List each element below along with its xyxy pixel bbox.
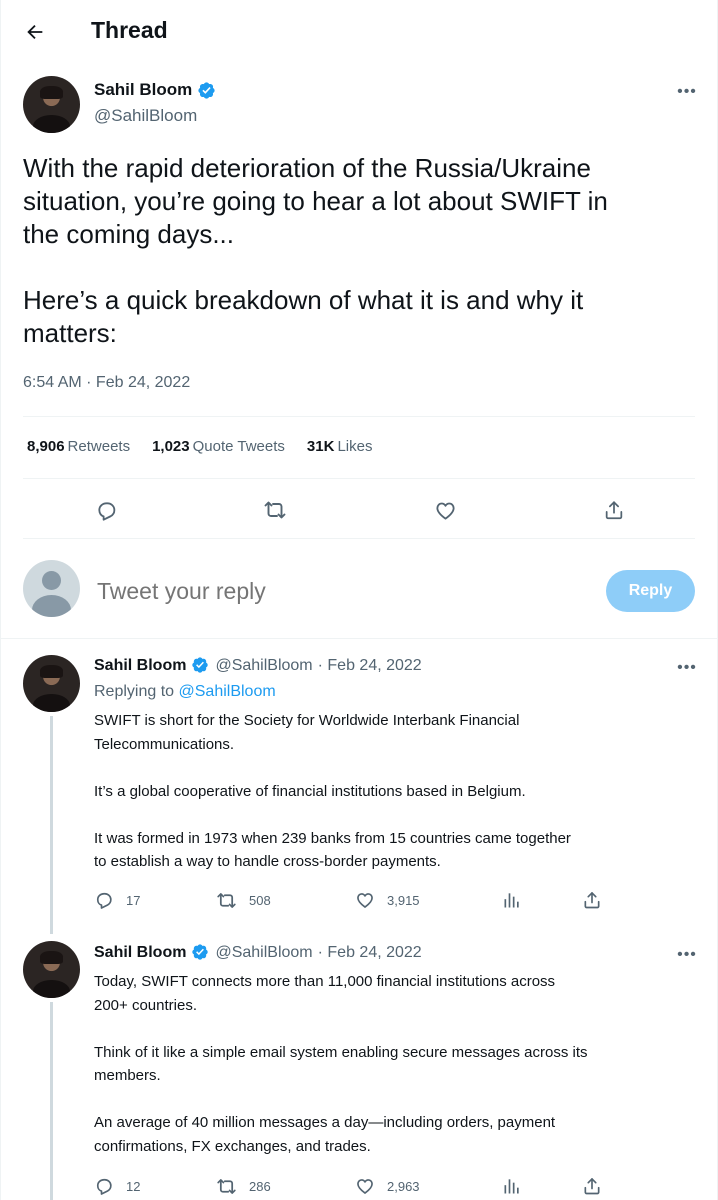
more-icon[interactable]: ••• [673,658,701,678]
header: Thread [1,0,717,62]
like-count: 2,963 [387,1178,420,1194]
share-icon[interactable] [582,890,602,910]
share-icon[interactable] [582,1176,602,1196]
like-action[interactable]: 3,915 [355,890,420,910]
heart-icon[interactable] [427,492,463,528]
tweet-actions: 17 508 3,915 [94,890,614,914]
verified-badge-icon [191,656,210,675]
author-name-text: Sahil Bloom [94,80,193,99]
author-avatar[interactable] [23,76,80,133]
verified-badge-icon [197,81,216,100]
reply-action[interactable]: 12 [94,1176,140,1196]
divider [23,538,695,539]
retweet-count: 508 [249,893,271,908]
author-name[interactable]: Sahil Bloom [94,944,186,962]
page-title: Thread [91,17,168,43]
like-action[interactable]: 2,963 [355,1176,420,1196]
thread-connector-line [50,1002,53,1200]
author-avatar[interactable] [23,655,80,712]
retweet-icon[interactable] [257,492,293,528]
tweet-header: Sahil Bloom @SahilBloom · Feb 24, 2022 [94,943,422,962]
heart-icon [357,1179,373,1194]
retweet-action[interactable]: 508 [216,890,271,911]
author-name[interactable]: Sahil Bloom [94,657,186,675]
likes-stat[interactable]: 31K Likes [307,438,373,455]
reply-icon [96,892,112,909]
reply-count: 17 [126,892,141,908]
divider [23,478,695,479]
quote-tweets-stat[interactable]: 1,023 Quote Tweets [152,438,285,455]
back-button[interactable] [19,16,51,48]
retweet-icon [217,1179,236,1194]
tweet-stats: 8,906 Retweets 1,023 Quote Tweets 31K Likes [27,438,372,455]
retweets-stat[interactable]: 8,906 Retweets [27,438,130,455]
analytics-icon[interactable] [502,1176,522,1196]
tweet-date[interactable]: · Feb 24, 2022 [318,944,422,962]
tweet-actions [23,490,698,530]
tweet-header: Sahil Bloom @SahilBloom · Feb 24, 2022 [94,656,422,675]
tweet-text: With the rapid deterioration of the Russ… [23,153,608,348]
replying-to-link[interactable]: @SahilBloom [179,683,276,700]
thread-view: Thread Sahil Bloom @SahilBloom ••• With … [0,0,718,1200]
reply-icon [96,1178,112,1195]
author-handle[interactable]: @SahilBloom [215,944,312,962]
tweet-timestamp[interactable]: 6:54 AM · Feb 24, 2022 [23,374,190,392]
more-icon[interactable]: ••• [673,82,701,102]
author-name[interactable]: Sahil Bloom [94,80,216,100]
replying-to: Replying to @SahilBloom [94,683,276,701]
tweet-date[interactable]: · Feb 24, 2022 [318,657,422,675]
reply-icon[interactable] [88,492,124,528]
tweet-actions: 12 286 2,963 [94,1176,614,1200]
author-avatar[interactable] [23,941,80,998]
thread-connector-line [50,716,53,934]
user-avatar[interactable] [23,560,80,617]
like-count: 3,915 [387,892,420,908]
tweet-text: Today, SWIFT connects more than 11,000 f… [94,973,588,1155]
tweet-text: SWIFT is short for the Society for World… [94,712,571,870]
author-handle[interactable]: @SahilBloom [94,106,197,126]
author-handle[interactable]: @SahilBloom [215,657,312,675]
reply-count: 12 [126,1178,141,1194]
divider [23,416,695,417]
verified-badge-icon [191,943,210,962]
arrow-left-icon [27,24,43,40]
heart-icon [357,893,373,908]
replying-to-label: Replying to [94,683,175,700]
reply-input[interactable] [97,578,557,605]
reply-action[interactable]: 17 [94,890,140,910]
retweet-action[interactable]: 286 [216,1176,271,1197]
divider [1,638,717,639]
share-icon[interactable] [596,492,632,528]
reply-button[interactable]: Reply [606,570,695,612]
retweet-count: 286 [249,1179,271,1194]
retweet-icon [217,893,236,908]
more-icon[interactable]: ••• [673,945,701,965]
analytics-icon[interactable] [502,890,522,910]
